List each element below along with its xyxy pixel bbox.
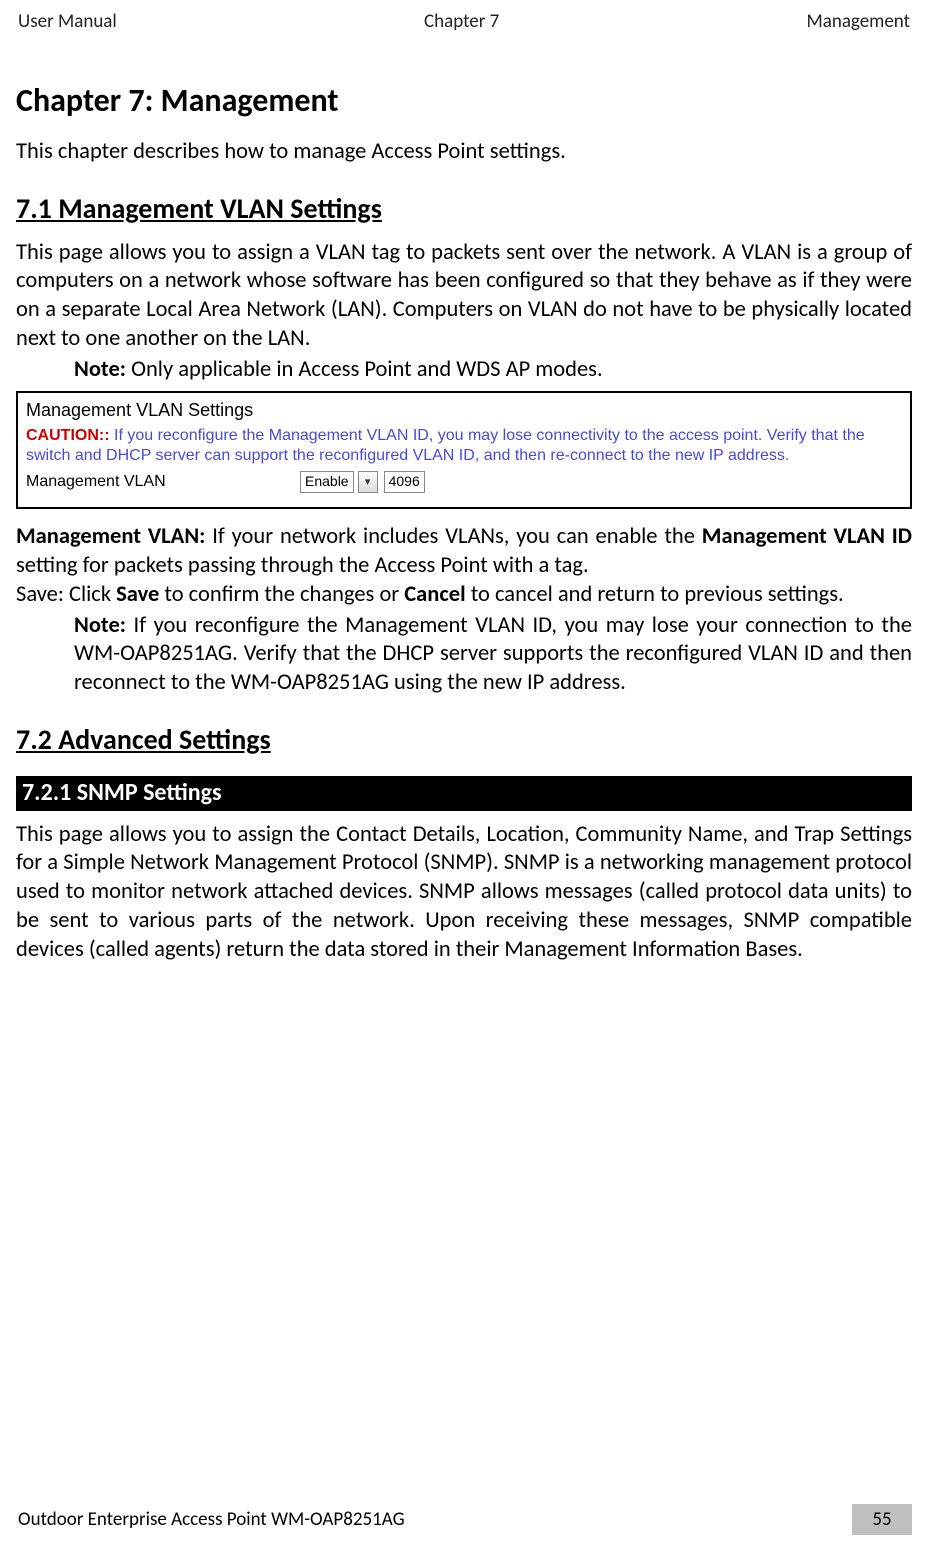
note-label: Note: [74,356,126,383]
dropdown-arrow-icon[interactable]: ▾ [358,471,378,493]
vlan-settings-screenshot: Management VLAN Settings CAUTION:: If yo… [16,391,912,510]
ss-caution-label: CAUTION:: [26,427,110,444]
chapter-intro: This chapter describes how to manage Acc… [16,138,912,167]
section-7-1-title: 7.1 Management VLAN Settings [16,191,912,227]
ss-caution-text: If you reconfigure the Management VLAN I… [26,427,865,465]
footer-title: Outdoor Enterprise Access Point WM-OAP82… [16,1504,852,1535]
chapter-title: Chapter 7: Management [16,81,912,122]
save-t2: to confirm the changes or [159,581,404,608]
ss-vlan-row: Management VLAN Enable▾ 4096 [26,471,902,493]
section-7-2-1-para: This page allows you to assign the Conta… [16,821,912,965]
ss-vlan-label: Management VLAN [26,472,296,492]
section-7-2-1-title: 7.2.1 SNMP Settings [16,776,912,811]
page-header: User Manual Chapter 7 Management [16,10,912,41]
save-b1: Save [116,581,159,608]
page-number: 55 [852,1504,912,1535]
mv-text1: If your network includes VLANs, you can … [205,523,701,550]
mv-text2: setting for packets passing through the … [16,552,589,579]
mv-label: Management VLAN: [16,523,205,550]
header-center: Chapter 7 [424,10,499,33]
management-vlan-desc: Management VLAN: If your network include… [16,523,912,581]
note-text: Only applicable in Access Point and WDS … [126,356,603,383]
header-left: User Manual [18,10,117,33]
save-t3: to cancel and return to previous setting… [466,581,844,608]
section-7-1-note2: Note: If you reconfigure the Management … [74,612,912,698]
save-t1: Save: Click [16,581,116,608]
ss-section-title: Management VLAN Settings [26,399,902,422]
header-right: Management [807,10,910,33]
section-7-1-para: This page allows you to assign a VLAN ta… [16,239,912,354]
section-7-1-note: Note: Only applicable in Access Point an… [74,356,912,385]
save-cancel-desc: Save: Click Save to confirm the changes … [16,581,912,610]
ss-caution-line: CAUTION:: If you reconfigure the Managem… [26,426,902,468]
vlan-enable-select[interactable]: Enable [300,471,354,493]
note2-text: If you reconfigure the Management VLAN I… [74,612,912,697]
mv-label2: Management VLAN ID [702,523,912,550]
section-7-2-title: 7.2 Advanced Settings [16,722,912,758]
note2-label: Note: [74,612,126,639]
vlan-id-input[interactable]: 4096 [384,471,425,493]
page-footer: Outdoor Enterprise Access Point WM-OAP82… [16,1504,912,1535]
save-b2: Cancel [404,581,465,608]
